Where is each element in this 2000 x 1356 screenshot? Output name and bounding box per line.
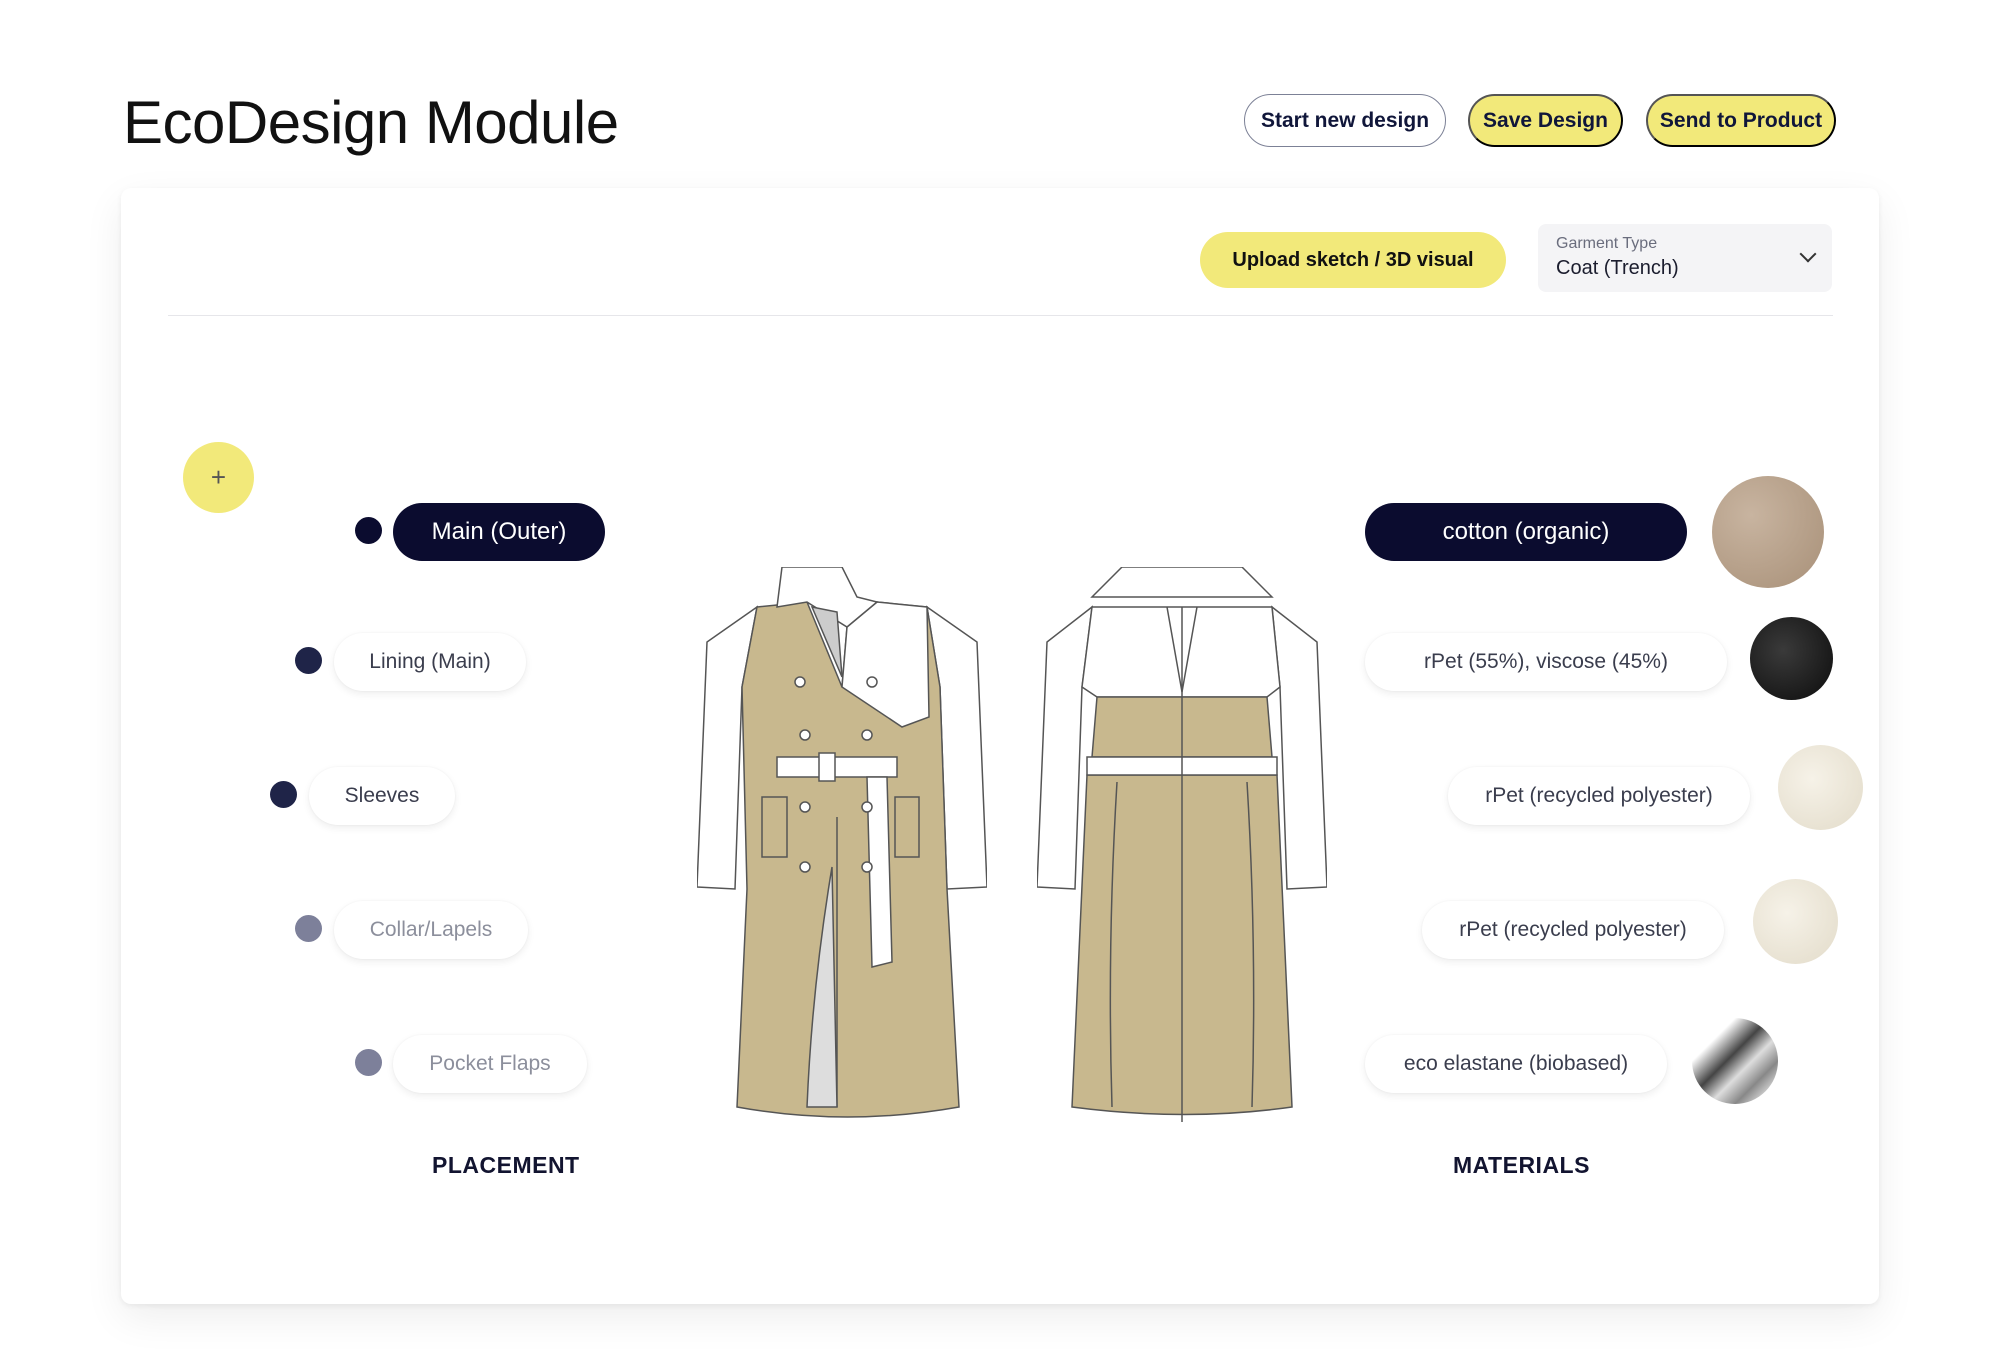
add-placement-button[interactable]: +	[183, 442, 254, 513]
placement-color-dot	[270, 781, 297, 808]
coat-back-illustration	[1037, 567, 1327, 1122]
swatch-eco-elastane	[1692, 1018, 1778, 1104]
page-title: EcoDesign Module	[123, 89, 619, 156]
start-new-design-button[interactable]: Start new design	[1244, 94, 1446, 147]
placement-color-dot	[355, 517, 382, 544]
coat-front-illustration	[697, 567, 987, 1118]
placement-heading: PLACEMENT	[432, 1152, 580, 1178]
material-rpet-recycled-2[interactable]: rPet (recycled polyester)	[1422, 901, 1724, 959]
placement-sleeves[interactable]: Sleeves	[309, 767, 455, 825]
garment-type-value: Coat (Trench)	[1556, 257, 1679, 279]
swatch-rpet-viscose	[1750, 617, 1833, 700]
garment-type-select[interactable]: Garment Type Coat (Trench)	[1538, 224, 1832, 292]
materials-heading: MATERIALS	[1453, 1152, 1590, 1178]
send-to-product-button[interactable]: Send to Product	[1646, 94, 1836, 147]
design-card	[121, 188, 1879, 1304]
placement-lining-main[interactable]: Lining (Main)	[334, 633, 526, 691]
placement-color-dot	[355, 1049, 382, 1076]
placement-pocket-flaps[interactable]: Pocket Flaps	[393, 1035, 587, 1093]
upload-sketch-button[interactable]: Upload sketch / 3D visual	[1200, 232, 1506, 288]
garment-type-label: Garment Type	[1556, 235, 1658, 252]
placement-collar-lapels[interactable]: Collar/Lapels	[334, 901, 528, 959]
swatch-rpet-recycled-1	[1778, 745, 1863, 830]
material-rpet-recycled-1[interactable]: rPet (recycled polyester)	[1448, 767, 1750, 825]
save-design-button[interactable]: Save Design	[1468, 94, 1623, 147]
material-rpet-viscose[interactable]: rPet (55%), viscose (45%)	[1365, 633, 1727, 691]
swatch-cotton-organic	[1712, 476, 1824, 588]
placement-color-dot	[295, 915, 322, 942]
material-eco-elastane[interactable]: eco elastane (biobased)	[1365, 1035, 1667, 1093]
divider	[168, 315, 1833, 316]
material-cotton-organic[interactable]: cotton (organic)	[1365, 503, 1687, 561]
placement-main-outer[interactable]: Main (Outer)	[393, 503, 605, 561]
placement-color-dot	[295, 647, 322, 674]
swatch-rpet-recycled-2	[1753, 879, 1838, 964]
